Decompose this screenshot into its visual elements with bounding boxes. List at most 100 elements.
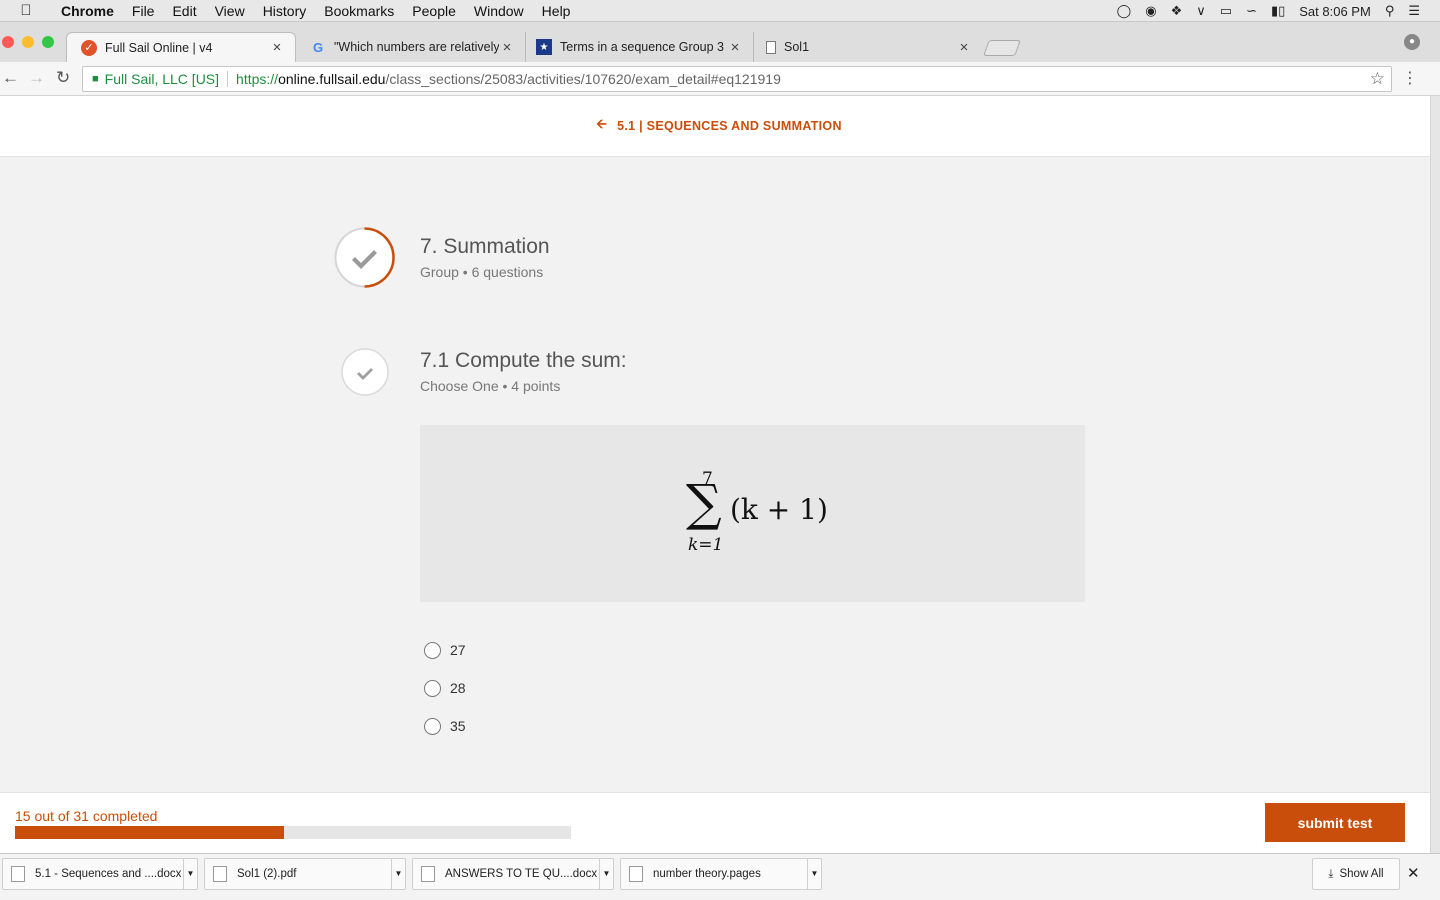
macos-menu-bar:  Chrome File Edit View History Bookmark… xyxy=(0,0,1440,22)
answer-option[interactable]: 28 xyxy=(424,669,466,707)
url-host: online.fullsail.edu xyxy=(278,71,386,87)
download-item[interactable]: number theory.pages ▼ xyxy=(620,858,822,890)
tab-terms-in-sequence[interactable]: ★ Terms in a sequence Group 3 c × xyxy=(522,32,754,62)
clock[interactable]: Sat 8:06 PM xyxy=(1299,4,1371,19)
exam-footer: 15 out of 31 completed submit test xyxy=(0,792,1430,853)
vpn-icon[interactable]: ∨ xyxy=(1196,3,1206,19)
document-icon xyxy=(766,40,776,54)
page-header: 🡨 5.1 | SEQUENCES AND SUMMATION xyxy=(0,96,1430,157)
module-title: 5.1 | SEQUENCES AND SUMMATION xyxy=(617,119,842,133)
reload-icon[interactable]: ↻ xyxy=(56,68,70,88)
battery-icon[interactable]: ▮▯ xyxy=(1271,3,1285,19)
sum-expression: (k + 1) xyxy=(730,493,828,526)
menu-help[interactable]: Help xyxy=(533,0,580,22)
question-title: 7.1 Compute the sum: xyxy=(420,349,627,372)
submit-test-button[interactable]: submit test xyxy=(1265,803,1405,842)
group-subtitle: Group • 6 questions xyxy=(420,264,544,280)
url-path: /class_sections/25083/activities/107620/… xyxy=(385,71,781,87)
address-separator xyxy=(227,71,229,87)
dropbox-icon[interactable]: ❖ xyxy=(1171,3,1183,19)
new-tab-button[interactable] xyxy=(983,40,1021,56)
notification-center-icon[interactable]: ☰ xyxy=(1408,3,1420,19)
answer-option[interactable]: 27 xyxy=(424,631,466,669)
back-arrow-icon: 🡨 xyxy=(596,116,608,131)
zoom-window-icon[interactable] xyxy=(42,36,54,48)
menu-bookmarks[interactable]: Bookmarks xyxy=(315,0,403,22)
star-badge-icon: ★ xyxy=(536,39,552,55)
tab-label: Terms in a sequence Group 3 c xyxy=(560,40,727,54)
option-label: 27 xyxy=(450,642,466,658)
chrome-menu-icon[interactable]: ⋮ xyxy=(1402,68,1418,88)
progress-label: 15 out of 31 completed xyxy=(15,808,158,824)
docx-file-icon xyxy=(421,866,435,882)
download-file-name: 5.1 - Sequences and ....docx xyxy=(35,868,182,880)
address-bar[interactable]: ■ Full Sail, LLC [US] https:// online.fu… xyxy=(82,66,1392,92)
menu-file[interactable]: File xyxy=(123,0,164,22)
close-tab-icon[interactable]: × xyxy=(499,39,515,56)
menu-people[interactable]: People xyxy=(403,0,465,22)
google-icon: G xyxy=(312,39,324,55)
profile-icon[interactable]: ● xyxy=(1404,34,1420,50)
download-icon: ⤓ xyxy=(1328,867,1334,880)
download-options-icon[interactable]: ▼ xyxy=(183,859,197,889)
tab-label: "Which numbers are relatively xyxy=(334,40,499,54)
download-options-icon[interactable]: ▼ xyxy=(807,859,821,889)
option-label: 28 xyxy=(450,680,466,696)
radio-button[interactable] xyxy=(424,717,441,735)
tab-strip: ✓ Full Sail Online | v4 × G "Which numbe… xyxy=(0,22,1440,62)
close-window-icon[interactable] xyxy=(2,36,14,48)
close-shelf-icon[interactable]: ✕ xyxy=(1407,864,1420,882)
show-all-label: Show All xyxy=(1339,868,1384,880)
pages-file-icon xyxy=(629,866,643,882)
creative-cloud-icon[interactable]: ◯ xyxy=(1117,3,1132,19)
tab-sol1[interactable]: Sol1 × xyxy=(752,32,982,62)
tab-label: Sol1 xyxy=(784,40,810,54)
spotlight-icon[interactable]: ⚲ xyxy=(1385,3,1395,19)
radio-button[interactable] xyxy=(424,641,441,659)
wifi-icon[interactable]: ∽ xyxy=(1246,3,1257,19)
page-scrollbar[interactable] xyxy=(1430,96,1440,853)
fullsail-icon: ✓ xyxy=(81,39,97,56)
download-options-icon[interactable]: ▼ xyxy=(391,859,405,889)
menu-window[interactable]: Window xyxy=(465,0,533,22)
download-item[interactable]: ANSWERS TO TE QU....docx ▼ xyxy=(412,858,614,890)
pdf-file-icon xyxy=(213,866,227,882)
progress-bar xyxy=(15,826,571,839)
menu-app-name[interactable]: Chrome xyxy=(52,0,123,22)
menu-view[interactable]: View xyxy=(206,0,254,22)
radio-button[interactable] xyxy=(424,679,441,697)
webcam-icon[interactable]: ◉ xyxy=(1145,3,1156,19)
sigma-symbol: ∑ xyxy=(686,474,722,532)
forward-arrow-icon[interactable]: → xyxy=(28,68,45,88)
progress-bar-fill xyxy=(15,826,284,839)
close-tab-icon[interactable]: × xyxy=(727,39,743,56)
menu-edit[interactable]: Edit xyxy=(163,0,205,22)
show-all-downloads-button[interactable]: ⤓ Show All xyxy=(1312,858,1400,890)
answer-option[interactable]: 35 xyxy=(424,707,466,745)
tab-full-sail-online[interactable]: ✓ Full Sail Online | v4 × xyxy=(66,32,296,62)
group-progress-ring xyxy=(334,227,395,288)
question-subtitle: Choose One • 4 points xyxy=(420,378,561,394)
download-item[interactable]: 5.1 - Sequences and ....docx ▼ xyxy=(2,858,198,890)
download-item[interactable]: Sol1 (2).pdf ▼ xyxy=(204,858,406,890)
download-options-icon[interactable]: ▼ xyxy=(599,859,613,889)
back-arrow-icon[interactable]: ← xyxy=(2,68,19,88)
download-shelf: 5.1 - Sequences and ....docx ▼ Sol1 (2).… xyxy=(0,853,1440,900)
download-file-name: ANSWERS TO TE QU....docx xyxy=(445,868,598,880)
airplay-icon[interactable]: ▭ xyxy=(1220,3,1232,19)
question-status-icon xyxy=(341,348,389,396)
menu-history[interactable]: History xyxy=(254,0,316,22)
docx-file-icon xyxy=(11,866,25,882)
apple-menu-icon[interactable]:  xyxy=(0,2,52,19)
back-to-module-link[interactable]: 🡨 5.1 | SEQUENCES AND SUMMATION xyxy=(596,115,842,137)
close-tab-icon[interactable]: × xyxy=(956,39,972,56)
close-tab-icon[interactable]: × xyxy=(269,39,285,56)
sum-lower-limit: k=1 xyxy=(688,535,724,555)
tab-which-numbers[interactable]: G "Which numbers are relatively × xyxy=(296,32,526,62)
url-scheme: https:// xyxy=(236,71,279,87)
status-tray: ◯ ◉ ❖ ∨ ▭ ∽ ▮▯ Sat 8:06 PM ⚲ ☰ xyxy=(1117,0,1440,22)
minimize-window-icon[interactable] xyxy=(22,36,34,48)
bookmark-star-icon[interactable]: ☆ xyxy=(1370,69,1385,89)
browser-toolbar: ← → ↻ ■ Full Sail, LLC [US] https:// onl… xyxy=(0,62,1440,96)
download-file-name: number theory.pages xyxy=(653,868,761,880)
